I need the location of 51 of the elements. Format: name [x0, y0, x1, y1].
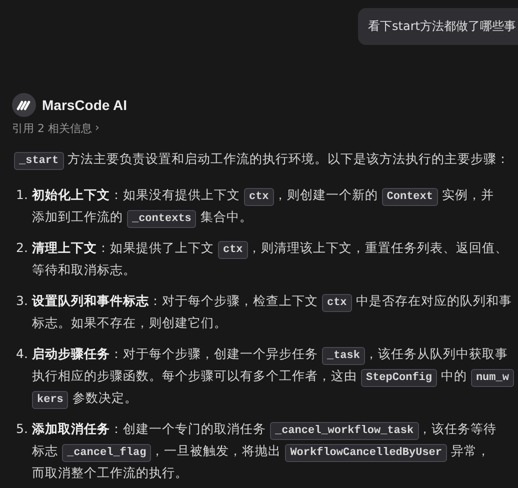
- step-title: 启动步骤任务: [32, 346, 110, 361]
- inline-code: _cancel_workflow_task: [270, 422, 419, 440]
- step-text: ，则清理该上下文，重置任务列表、返回值、: [248, 240, 508, 255]
- inline-code: _start: [14, 152, 64, 170]
- step-text: 添加到工作流的: [32, 209, 124, 224]
- step-text: ，该任务从队列中获取事: [365, 346, 508, 361]
- inline-code: _contexts: [126, 210, 196, 228]
- chevron-icon[interactable]: ›: [95, 121, 100, 136]
- step-text: 中的: [440, 368, 468, 383]
- step-text: 等待和取消标志。: [32, 262, 136, 277]
- step-text: 异常，: [450, 443, 490, 458]
- step-text: ，一旦被触发，将抛出: [151, 443, 282, 458]
- list-number: 3.: [16, 292, 29, 310]
- step-text: 而取消整个工作流的执行。: [32, 465, 188, 480]
- step-text: ：如果没有提供上下文: [110, 187, 241, 202]
- step-text: ：对于每个步骤，检查上下文: [149, 293, 319, 308]
- inline-code: ctx: [218, 241, 248, 259]
- step-text: ：如果提供了上下文: [97, 240, 215, 255]
- step-text: ，则创建一个新的: [274, 187, 379, 202]
- step-text: 方法主要负责设置和启动工作流的执行环境。以下是该方法执行的主要步骤：: [66, 151, 510, 166]
- step-text: 参数决定。: [71, 390, 138, 405]
- inline-code: kers: [32, 391, 68, 409]
- inline-code: _cancel_flag: [62, 444, 152, 462]
- list-number: 5.: [16, 420, 29, 438]
- references-link[interactable]: 引用 2 相关信息: [12, 121, 92, 136]
- step-text: 标志: [32, 443, 59, 458]
- step-text: 中是否存在对应的队列和事: [354, 293, 512, 308]
- step-text: ：创建一个专门的取消任务: [110, 421, 267, 436]
- step-title: 添加取消任务: [32, 421, 110, 436]
- assistant-name: MarsCode AI: [42, 97, 128, 113]
- inline-code: ctx: [244, 188, 274, 206]
- step-text: 标志。如果不存在，则创建它们。: [32, 315, 227, 330]
- step-text: 实例，并: [440, 187, 494, 202]
- inline-code: StepConfig: [360, 369, 437, 387]
- inline-code: num_w: [470, 369, 514, 387]
- inline-code: ctx: [322, 294, 352, 312]
- list-number: 2.: [16, 239, 29, 257]
- step-title: 初始化上下文: [32, 187, 110, 202]
- step-text: 执行相应的步骤函数。每个步骤可以有多个工作者，这由: [32, 368, 358, 383]
- list-number: 1.: [16, 186, 29, 204]
- inline-code: Context: [382, 188, 438, 206]
- user-message: 看下start方法都做了哪些事: [358, 8, 518, 45]
- step-text: ：对于每个步骤，创建一个异步任务: [110, 346, 319, 361]
- logo-icon: [12, 93, 36, 117]
- step-text: 集合中。: [199, 209, 252, 224]
- list-number: 4.: [16, 345, 29, 363]
- step-title: 清理上下文: [32, 240, 97, 255]
- step-text: ，该任务等待: [418, 421, 497, 436]
- step-title: 设置队列和事件标志: [32, 293, 149, 308]
- inline-code: WorkflowCancelledByUser: [285, 444, 448, 462]
- inline-code: _task: [322, 347, 365, 365]
